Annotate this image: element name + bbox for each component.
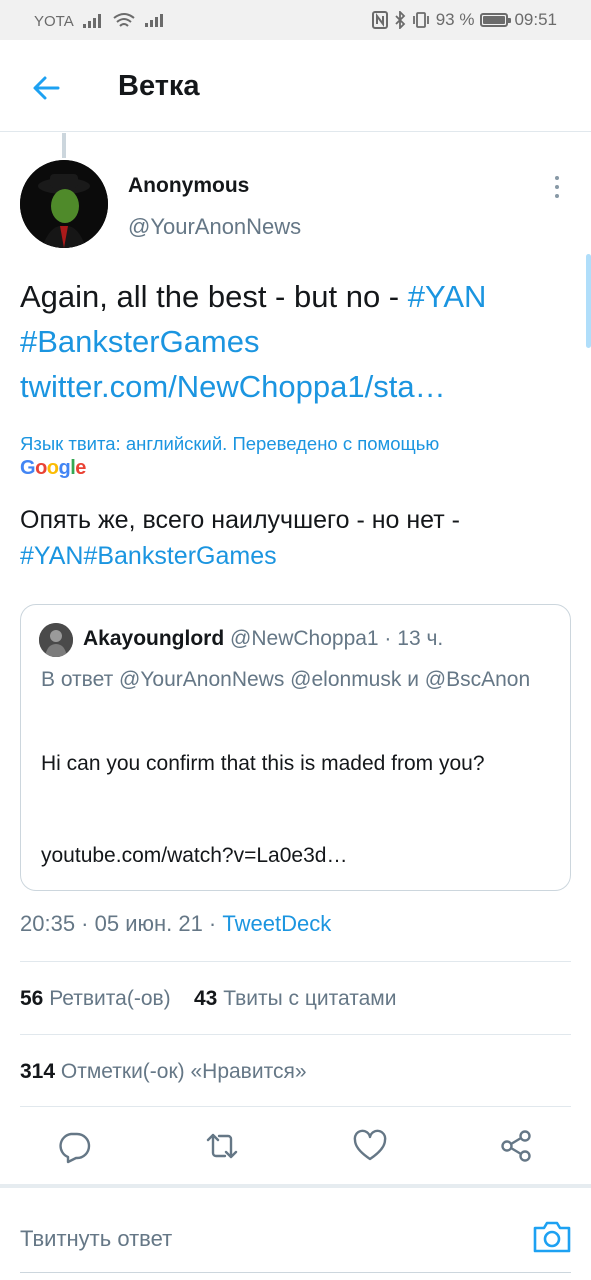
likes-count: 314 <box>20 1060 56 1083</box>
section-separator <box>0 1184 591 1188</box>
tweet-text-plain: Again, all the best - but no - <box>20 279 408 314</box>
retweets-stat[interactable]: 56 Ретвита(-ов) <box>20 987 171 1010</box>
retweets-label: Ретвита(-ов) <box>49 987 171 1010</box>
like-heart-icon[interactable] <box>352 1128 388 1164</box>
retweet-icon[interactable] <box>204 1128 240 1164</box>
reply-icon[interactable] <box>56 1128 92 1164</box>
likes-label: Отметки(-ок) «Нравится» <box>60 1060 307 1083</box>
translated-text: Опять же, всего наилучшего - но нет - #YA… <box>20 502 568 574</box>
scrollbar[interactable] <box>586 254 591 348</box>
divider <box>20 961 571 962</box>
back-arrow-icon[interactable] <box>28 70 64 106</box>
translation-note-text: Язык твита: английский. Переведено с пом… <box>20 433 440 454</box>
divider <box>20 1034 571 1035</box>
vibrate-icon <box>412 12 429 28</box>
more-options-icon[interactable] <box>548 176 566 202</box>
bluetooth-icon <box>395 11 405 29</box>
clock: 09:51 <box>514 10 557 29</box>
reply-input-underline <box>20 1272 571 1273</box>
stats-row: 56 Ретвита(-ов) 43 Твиты с цитатами <box>20 987 396 1011</box>
tweet-source-link[interactable]: TweetDeck <box>222 911 331 936</box>
status-bar: YOTA 93 % 09:51 <box>0 0 591 40</box>
hashtag-link[interactable]: #YAN <box>20 542 83 570</box>
avatar[interactable] <box>20 160 108 248</box>
translation-note: Язык твита: английский. Переведено с пом… <box>20 432 568 480</box>
quoted-avatar <box>39 623 73 657</box>
quoted-header: Akayounglord @NewChoppa1 · 13 ч. <box>83 627 443 651</box>
translated-text-plain: Опять же, всего наилучшего - но нет - <box>20 506 460 534</box>
quoted-link: youtube.com/watch?v=La0e3d… <box>41 844 348 867</box>
quoted-reply-to: В ответ @YourAnonNews @elonmusk и @BscAn… <box>41 668 531 691</box>
battery-percent: 93 % <box>435 10 475 29</box>
retweets-count: 56 <box>20 987 44 1010</box>
timestamp-text: 20:35 · 05 июн. 21 · <box>20 911 223 936</box>
wifi-icon <box>113 13 135 27</box>
data-speed-icon <box>144 14 163 27</box>
anonymous-mask-icon <box>20 160 108 248</box>
author-handle[interactable]: @YourAnonNews <box>128 214 301 240</box>
quotes-label: Твиты с цитатами <box>223 987 397 1010</box>
person-silhouette-icon <box>39 623 73 657</box>
tweet-timestamp: 20:35 · 05 июн. 21 · TweetDeck <box>20 911 331 937</box>
tweet-text: Again, all the best - but no - #YAN #Ban… <box>20 274 568 409</box>
battery-icon <box>480 13 512 27</box>
hashtag-link[interactable]: #BanksterGames <box>20 324 260 359</box>
quoted-tweet-card[interactable]: Akayounglord @NewChoppa1 · 13 ч. В ответ… <box>20 604 571 891</box>
quoted-body: Hi can you confirm that this is maded fr… <box>41 752 485 775</box>
google-logo-icon: Google <box>20 457 86 479</box>
divider <box>20 1106 571 1107</box>
carrier-name: YOTA <box>34 12 74 30</box>
signal-icon <box>82 14 101 28</box>
share-icon[interactable] <box>498 1128 534 1164</box>
reply-input[interactable]: Твитнуть ответ <box>20 1226 172 1252</box>
tweet-url-link[interactable]: twitter.com/NewChoppa1/sta… <box>20 369 446 404</box>
reply-composer[interactable]: Твитнуть ответ <box>0 1196 591 1280</box>
quoted-author-handle: @NewChoppa1 · 13 ч. <box>230 627 444 650</box>
quotes-count: 43 <box>194 987 218 1010</box>
camera-icon[interactable] <box>532 1220 572 1254</box>
app-header: Ветка <box>0 40 591 132</box>
quotes-stat[interactable]: 43 Твиты с цитатами <box>194 987 396 1010</box>
hashtag-link[interactable]: #BanksterGames <box>83 542 276 570</box>
likes-stat[interactable]: 314 Отметки(-ок) «Нравится» <box>20 1060 307 1084</box>
hashtag-link[interactable]: #YAN <box>408 279 487 314</box>
nfc-icon <box>371 11 388 29</box>
page-title: Ветка <box>118 70 200 102</box>
quoted-author-name: Akayounglord <box>83 627 225 650</box>
author-name[interactable]: Anonymous <box>128 174 249 198</box>
action-bar <box>0 1124 591 1168</box>
thread-connector-line <box>62 133 66 158</box>
